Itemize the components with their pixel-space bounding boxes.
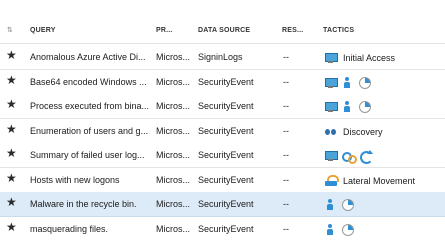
provider-cell: Micros... <box>156 199 191 209</box>
pie-icon <box>359 101 371 113</box>
results-cell: -- <box>283 223 289 234</box>
person-icon <box>325 223 337 236</box>
provider-cell: Micros... <box>156 150 191 160</box>
person-icon <box>342 101 354 113</box>
query-cell: Malware in the recycle bin. <box>30 199 137 209</box>
table-row[interactable]: ★ Malware in the recycle bin. Micros... Sec… <box>0 192 445 217</box>
sort-arrows-icon[interactable]: ⇅ <box>7 27 13 34</box>
binoculars-icon <box>325 126 337 138</box>
provider-cell: Micros... <box>156 125 191 136</box>
pie-icon <box>342 199 354 211</box>
column-header-tactics[interactable]: TACTICS <box>323 27 354 34</box>
gears-icon <box>342 150 357 164</box>
provider-cell: Micros... <box>156 223 191 234</box>
arrows-icon <box>359 150 373 164</box>
tactics-cell <box>325 197 359 213</box>
data-source-cell: SecurityEvent <box>198 223 254 234</box>
tactics-cell <box>325 148 376 164</box>
monitor-icon <box>325 77 338 89</box>
tactic-label: Lateral Movement <box>343 175 416 186</box>
data-source-cell: SecurityEvent <box>198 150 254 160</box>
column-header-provider[interactable]: PR... <box>156 27 173 34</box>
table-row[interactable]: ★ Hosts with new logons Micros... SecurityE… <box>0 167 445 193</box>
query-cell: Base64 encoded Windows ... <box>30 76 147 87</box>
provider-cell: Micros... <box>156 174 191 185</box>
table-row[interactable]: ★ Base64 encoded Windows ... Micros... Secu… <box>0 69 445 95</box>
results-cell: -- <box>283 199 289 209</box>
tactic-label: Initial Access <box>343 53 396 63</box>
tactic-label: Discovery <box>343 126 383 137</box>
query-cell: Anomalous Azure Active Di... <box>30 52 146 62</box>
column-header-query[interactable]: QUERY <box>30 27 56 34</box>
provider-cell: Micros... <box>156 52 191 62</box>
favorite-star-icon[interactable]: ★ <box>6 97 17 111</box>
favorite-star-icon[interactable]: ★ <box>6 48 17 62</box>
data-source-cell: SecurityEvent <box>198 174 254 185</box>
query-cell: masquerading files. <box>30 223 109 234</box>
pie-icon <box>342 223 354 236</box>
column-header-results[interactable]: RES... <box>282 27 303 34</box>
results-cell: -- <box>283 76 289 87</box>
table-header: ⇅ QUERY PR... DATA SOURCE RES... TACTICS <box>0 0 445 44</box>
results-cell: -- <box>283 52 289 62</box>
data-source-cell: SecurityEvent <box>198 101 254 111</box>
favorite-star-icon[interactable]: ★ <box>6 171 17 185</box>
tactics-cell <box>325 75 376 91</box>
lateral-movement-icon <box>325 174 339 187</box>
tactics-cell: Discovery <box>325 124 383 140</box>
provider-cell: Micros... <box>156 76 191 87</box>
provider-cell: Micros... <box>156 101 191 111</box>
table-row[interactable]: ★ Process executed from bina... Micros... S… <box>0 94 445 119</box>
results-cell: -- <box>283 101 289 111</box>
query-cell: Process executed from bina... <box>30 101 150 111</box>
results-cell: -- <box>283 125 289 136</box>
favorite-star-icon[interactable]: ★ <box>6 73 17 87</box>
column-header-data-source[interactable]: DATA SOURCE <box>198 27 250 34</box>
monitor-icon <box>325 150 338 162</box>
results-cell: -- <box>283 150 289 160</box>
tactics-cell: Lateral Movement <box>325 173 415 189</box>
person-icon <box>342 76 354 89</box>
favorite-star-icon[interactable]: ★ <box>6 195 17 209</box>
data-source-cell: SigninLogs <box>198 52 243 62</box>
table-row[interactable]: ★ Enumeration of users and g... Micros... S… <box>0 118 445 144</box>
data-source-cell: SecurityEvent <box>198 199 254 209</box>
table-row[interactable]: ★ masquerading files. Micros... SecurityEve… <box>0 216 445 241</box>
tactics-cell <box>325 222 359 238</box>
tactics-cell <box>325 99 376 115</box>
person-icon <box>325 199 337 211</box>
pie-icon <box>359 76 371 89</box>
tactics-cell: Initial Access <box>325 50 395 66</box>
table-row[interactable]: ★ Anomalous Azure Active Di... Micros... Si… <box>0 45 445 70</box>
table-row[interactable]: ★ Summary of failed user log... Micros... S… <box>0 143 445 168</box>
favorite-star-icon[interactable]: ★ <box>6 122 17 136</box>
data-source-cell: SecurityEvent <box>198 76 254 87</box>
monitor-icon <box>325 101 338 113</box>
query-cell: Enumeration of users and g... <box>30 125 149 136</box>
query-cell: Hosts with new logons <box>30 174 120 185</box>
monitor-icon <box>325 52 338 64</box>
favorite-star-icon[interactable]: ★ <box>6 146 17 160</box>
query-cell: Summary of failed user log... <box>30 150 145 160</box>
data-source-cell: SecurityEvent <box>198 125 254 136</box>
results-cell: -- <box>283 174 289 185</box>
favorite-star-icon[interactable]: ★ <box>6 220 17 234</box>
